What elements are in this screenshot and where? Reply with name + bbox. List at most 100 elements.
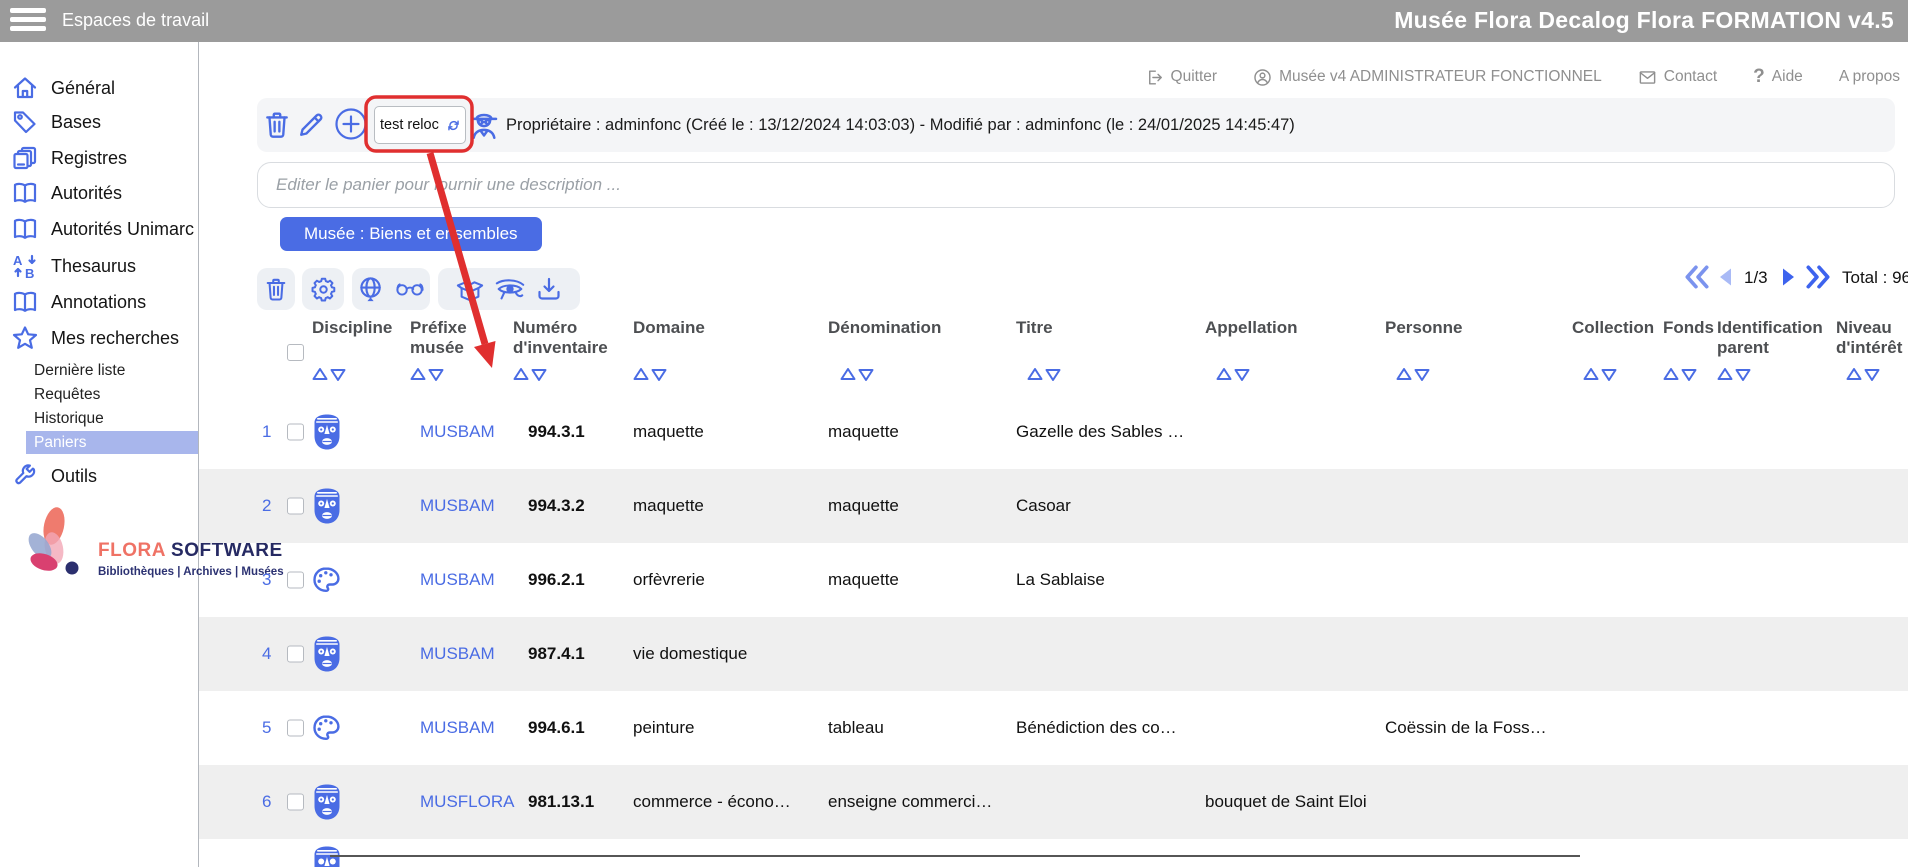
sidebar-item-annotations[interactable]: Annotations (12, 289, 146, 315)
sort-icons-prefixe[interactable] (410, 367, 444, 382)
sort-icons-collection[interactable] (1583, 367, 1617, 382)
quit-label: Quitter (1171, 68, 1218, 86)
row-checkbox[interactable] (287, 498, 304, 515)
basket-description-input[interactable] (257, 162, 1895, 208)
mask-icon (311, 487, 343, 525)
about-button[interactable]: A propos (1839, 68, 1900, 86)
appellation-cell: bouquet de Saint Eloi (1205, 792, 1367, 812)
flora-software-logo (10, 504, 98, 588)
first-page-icon[interactable] (1683, 263, 1711, 291)
sort-icons-identification-parent[interactable] (1717, 367, 1751, 382)
sidebar-item-general[interactable]: Général (12, 75, 115, 101)
contact-label: Contact (1664, 68, 1717, 86)
row-checkbox[interactable] (287, 720, 304, 737)
prefix-link[interactable]: MUSBAM (420, 570, 495, 590)
sidebar-subitem-derniere-liste[interactable]: Dernière liste (34, 362, 125, 380)
row-number-link[interactable]: 1 (262, 422, 271, 442)
previous-page-icon[interactable] (1714, 263, 1740, 291)
row-number-link[interactable]: 3 (262, 570, 271, 590)
user-circle-icon (1253, 68, 1272, 87)
column-header-fonds: Fonds (1663, 318, 1715, 338)
add-basket-icon[interactable] (334, 107, 368, 141)
sort-icons-niveau-interet[interactable] (1846, 367, 1880, 382)
delete-basket-icon[interactable] (263, 109, 291, 141)
next-page-icon[interactable] (1774, 263, 1800, 291)
row-number-link[interactable]: 6 (262, 792, 271, 812)
sort-icons-domaine[interactable] (633, 367, 667, 382)
delete-records-button[interactable] (257, 268, 295, 310)
sidebar-item-mes-recherches[interactable]: Mes recherches (12, 325, 179, 351)
last-page-icon[interactable] (1804, 263, 1832, 291)
workspace-label[interactable]: Espaces de travail (62, 10, 209, 31)
sort-icons-titre[interactable] (1027, 367, 1061, 382)
quit-button[interactable]: Quitter (1145, 68, 1218, 87)
sort-icons-appellation[interactable] (1216, 367, 1250, 382)
sidebar-item-autorites[interactable]: Autorités (12, 180, 122, 206)
palette-icon (311, 565, 341, 595)
settings-button[interactable] (302, 268, 344, 310)
publish-view-button[interactable] (352, 268, 430, 310)
row-number-link[interactable]: 2 (262, 496, 271, 516)
trash-icon (264, 276, 288, 303)
home-icon (12, 75, 38, 101)
edit-basket-icon[interactable] (298, 110, 326, 138)
sidebar-item-registres[interactable]: Registres (12, 145, 127, 171)
prefix-link[interactable]: MUSBAM (420, 422, 495, 442)
globe-publish-icon (358, 276, 385, 303)
user-account[interactable]: Musée v4 ADMINISTRATEUR FONCTIONNEL (1253, 68, 1602, 87)
sidebar-subitem-historique[interactable]: Historique (34, 410, 104, 428)
export-tools-button[interactable] (438, 268, 580, 310)
book-icon (12, 216, 38, 242)
sidebar-item-autorites-unimarc[interactable]: Autorités Unimarc (12, 216, 194, 242)
column-header-denomination: Dénomination (828, 318, 988, 338)
sort-alpha-icon: AB (12, 253, 38, 279)
row-number-link[interactable]: 4 (262, 644, 271, 664)
sort-icons-discipline[interactable] (312, 367, 346, 382)
sidebar-item-label: Général (51, 78, 115, 99)
sidebar-item-label: Autorités Unimarc (51, 219, 194, 240)
domaine-cell: commerce - écono… (633, 792, 791, 812)
contact-button[interactable]: Contact (1638, 68, 1717, 87)
prefix-link[interactable]: MUSBAM (420, 644, 495, 664)
brand-flora: FLORA (98, 540, 165, 561)
table-row-partial (199, 839, 1908, 867)
download-icon (536, 276, 562, 302)
help-button[interactable]: ? Aide (1753, 66, 1803, 88)
row-checkbox[interactable] (287, 424, 304, 441)
column-header-numero-inventaire: Numéro d'inventaire (513, 318, 628, 359)
user-label: Musée v4 ADMINISTRATEUR FONCTIONNEL (1279, 68, 1602, 86)
gear-icon (310, 276, 337, 303)
inventory-number: 994.3.1 (528, 422, 585, 442)
basket-name-input[interactable] (380, 117, 442, 133)
row-checkbox[interactable] (287, 646, 304, 663)
column-header-discipline: Discipline (312, 318, 407, 338)
column-header-prefixe-musee: Préfixe musée (410, 318, 488, 359)
select-all-checkbox[interactable] (287, 344, 304, 361)
prefix-link[interactable]: MUSFLORA (420, 792, 514, 812)
sort-icons-personne[interactable] (1396, 367, 1430, 382)
prefix-link[interactable]: MUSBAM (420, 718, 495, 738)
column-header-identification-parent: Identification parent (1717, 318, 1829, 359)
sidebar-subitem-requetes[interactable]: Requêtes (34, 386, 100, 404)
sort-icons-numero[interactable] (513, 367, 547, 382)
sidebar-item-label: Thesaurus (51, 256, 136, 277)
refresh-icon[interactable] (447, 117, 460, 134)
sort-icons-fonds[interactable] (1663, 367, 1697, 382)
sidebar-subitem-paniers-selected[interactable]: Paniers (26, 431, 198, 454)
prefix-link[interactable]: MUSBAM (420, 496, 495, 516)
row-number-link[interactable]: 5 (262, 718, 271, 738)
sort-icons-denomination[interactable] (840, 367, 874, 382)
sidebar-item-outils[interactable]: Outils (12, 463, 97, 489)
domaine-cell: peinture (633, 718, 694, 738)
sidebar-item-bases[interactable]: Bases (12, 109, 101, 135)
table-row: 2 MUSBAM 994.3.2 maquette maquette Casoa… (199, 469, 1908, 543)
row-checkbox[interactable] (287, 572, 304, 589)
tab-musee-biens-et-ensembles[interactable]: Musée : Biens et ensembles (280, 217, 542, 251)
sidebar-item-thesaurus[interactable]: AB Thesaurus (12, 253, 136, 279)
row-checkbox[interactable] (287, 794, 304, 811)
column-header-titre: Titre (1016, 318, 1166, 338)
mask-icon (311, 413, 343, 451)
hamburger-menu-icon[interactable] (10, 8, 48, 35)
sidebar-item-label: Registres (51, 148, 127, 169)
column-header-collection: Collection (1572, 318, 1660, 338)
